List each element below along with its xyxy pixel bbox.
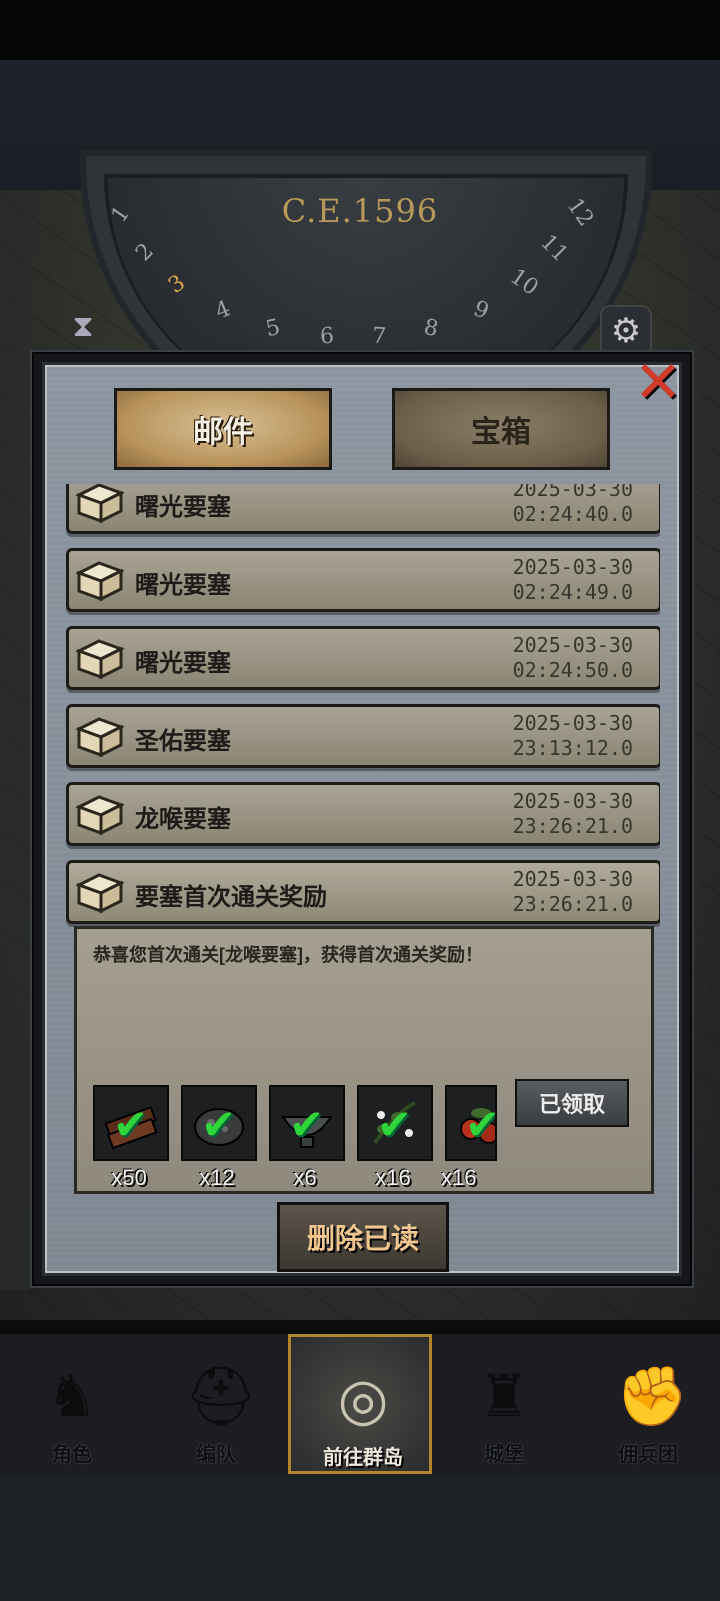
reward-quantity: x6 (293, 1165, 317, 1190)
reward-quantity: x50 (111, 1165, 147, 1190)
check-icon: ✔ (465, 1101, 497, 1148)
mail-title: 曙光要塞 (135, 650, 231, 677)
chest-icon (75, 484, 125, 524)
tab-chest[interactable]: 宝箱 (392, 388, 610, 470)
tab-mail[interactable]: 邮件 (114, 388, 332, 470)
bottom-nav: ♞ 角色 ⛑ 编队 ◎ 前往群岛 ♜ 城堡 ✊ 佣兵团 (0, 1334, 720, 1474)
delete-read-button[interactable]: 删除已读 (277, 1202, 449, 1272)
status-bar (0, 0, 720, 60)
nav-item-islands[interactable]: ◎ 前往群岛 (288, 1334, 432, 1474)
mail-item-selected[interactable]: 要塞首次通关奖励 2025-03-30 23:26:21.0 (66, 860, 660, 924)
mail-item[interactable]: 曙光要塞 2025-03-30 02:24:50.0 (66, 626, 660, 690)
close-icon[interactable]: ✕ (630, 354, 686, 413)
chest-icon (75, 873, 125, 914)
reward-slot[interactable]: ✔ (269, 1085, 345, 1161)
mail-timestamp: 2025-03-30 23:26:21.0 (512, 789, 633, 838)
mail-title: 曙光要塞 (135, 572, 231, 599)
nav-label: 角色 (52, 1444, 92, 1466)
claimed-button[interactable]: 已领取 (515, 1079, 629, 1127)
mail-item[interactable]: 圣佑要塞 2025-03-30 23:13:12.0 (66, 704, 660, 768)
chest-icon (75, 639, 125, 680)
mail-title: 要塞首次通关奖励 (135, 884, 327, 911)
reward-quantity: x16 (375, 1165, 411, 1190)
reward-quantity: x12 (199, 1165, 235, 1190)
check-icon: ✔ (201, 1101, 237, 1148)
chest-icon (75, 561, 125, 602)
dial-number: 7 (371, 323, 387, 350)
bottom-band (0, 1474, 720, 1601)
check-icon: ✔ (289, 1101, 325, 1148)
mail-timestamp: 2025-03-30 23:13:12.0 (512, 711, 633, 760)
check-icon: ✔ (113, 1101, 149, 1148)
chest-icon (75, 795, 125, 836)
nav-item-mercenary[interactable]: ✊ 佣兵团 (576, 1334, 720, 1474)
helmet-icon: ⛑ (184, 1364, 258, 1429)
nav-label: 前往群岛 (323, 1447, 403, 1469)
mail-title: 圣佑要塞 (135, 728, 231, 755)
nav-item-formation[interactable]: ⛑ 编队 (144, 1334, 288, 1474)
mail-message: 恭喜您首次通关[龙喉要塞]，获得首次通关奖励！ (93, 945, 483, 965)
mail-timestamp: 2025-03-30 02:24:50.0 (512, 633, 633, 682)
nav-label: 编队 (196, 1444, 236, 1466)
reward-slot[interactable]: ✔ (445, 1085, 497, 1161)
mail-timestamp: 2025-03-30 02:24:40.0 (512, 484, 633, 526)
reward-slot[interactable]: ✔ (93, 1085, 169, 1161)
nav-label: 城堡 (484, 1444, 524, 1466)
reward-quantity: x16 (441, 1165, 477, 1190)
mail-title: 龙喉要塞 (135, 806, 231, 833)
fist-icon: ✊ (616, 1364, 689, 1429)
compass-icon: ◎ (337, 1367, 389, 1432)
chest-icon (75, 717, 125, 758)
nav-label: 佣兵团 (618, 1444, 678, 1466)
reward-slot[interactable]: ✔ (357, 1085, 433, 1161)
mail-item[interactable]: 龙喉要塞 2025-03-30 23:26:21.0 (66, 782, 660, 846)
castle-icon: ♜ (478, 1364, 530, 1429)
check-icon: ✔ (377, 1101, 413, 1148)
nav-item-role[interactable]: ♞ 角色 (0, 1334, 144, 1474)
knight-icon: ♞ (46, 1364, 98, 1429)
mail-item[interactable]: 曙光要塞 2025-03-30 02:24:40.0 (66, 484, 660, 534)
reward-slot[interactable]: ✔ (181, 1085, 257, 1161)
mail-title: 曙光要塞 (135, 494, 231, 521)
mail-timestamp: 2025-03-30 02:24:49.0 (512, 555, 633, 604)
nav-item-castle[interactable]: ♜ 城堡 (432, 1334, 576, 1474)
hourglass-icon[interactable]: ⧗ (60, 310, 106, 350)
mail-item[interactable]: 曙光要塞 2025-03-30 02:24:49.0 (66, 548, 660, 612)
map-left-edge (0, 200, 30, 1290)
mail-detail: 恭喜您首次通关[龙喉要塞]，获得首次通关奖励！ ✔ x50 ✔ x12 ✔ x6… (74, 926, 654, 1194)
dial-number: 6 (319, 323, 335, 350)
mail-timestamp: 2025-03-30 23:26:21.0 (512, 867, 633, 916)
